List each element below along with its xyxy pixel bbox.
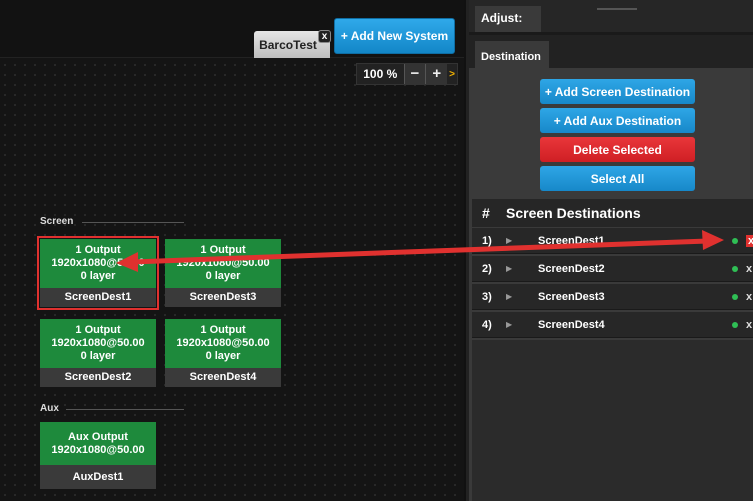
aux-tile-auxdest1[interactable]: Aux Output 1920x1080@50.00 AuxDest1: [40, 422, 156, 489]
row-number: 4): [482, 318, 492, 331]
adjust-header: Adjust:: [469, 0, 753, 32]
screen-tile-screendest2[interactable]: 1 Output 1920x1080@50.00 0 layer ScreenD…: [40, 319, 156, 387]
status-dot-icon: [732, 293, 738, 300]
screen-destinations-header: # Screen Destinations: [472, 199, 753, 227]
row-name: ScreenDest4: [538, 318, 605, 331]
screen-tile-screendest3[interactable]: 1 Output 1920x1080@50.00 0 layer ScreenD…: [165, 239, 281, 307]
list-header-number: #: [482, 205, 490, 221]
screen-section-label: Screen: [40, 216, 74, 227]
aux-section-label: Aux: [40, 403, 59, 414]
tile-output-count: 1 Output: [75, 324, 121, 336]
tile-layers: 0 layer: [80, 350, 116, 362]
row-name: ScreenDest3: [538, 290, 605, 303]
screen-tile-screendest1[interactable]: 1 Output 1920x1080@50.00 0 layer ScreenD…: [37, 236, 159, 310]
zoom-in-button[interactable]: +: [425, 64, 448, 84]
destination-row-3[interactable]: 3) ▶ ScreenDest3 x: [472, 284, 753, 310]
destination-tabbar: Destination: [469, 32, 753, 71]
zoom-out-button[interactable]: −: [403, 64, 426, 84]
list-header-title: Screen Destinations: [506, 205, 641, 221]
expand-triangle-icon[interactable]: ▶: [506, 236, 538, 245]
row-name: ScreenDest2: [538, 262, 605, 275]
tile-name: ScreenDest3: [165, 288, 281, 307]
tile-output-count: 1 Output: [75, 244, 121, 256]
tab-destination[interactable]: Destination: [475, 41, 549, 71]
zoom-level: 100 %: [363, 67, 398, 81]
destination-row-2[interactable]: 2) ▶ ScreenDest2 x: [472, 256, 753, 282]
tile-output-info: 1 Output 1920x1080@50.00 0 layer: [40, 239, 156, 288]
remove-icon[interactable]: x: [746, 319, 753, 331]
expand-triangle-icon[interactable]: ▶: [506, 292, 538, 301]
tile-resolution: 1920x1080@50.00: [51, 443, 145, 456]
adjust-panel: Adjust: Destination + Add Screen Destina…: [466, 0, 753, 501]
close-icon[interactable]: x: [318, 30, 331, 43]
status-dot-icon: [732, 237, 738, 244]
tab-adjust[interactable]: Adjust:: [475, 6, 541, 32]
chevron-right-icon[interactable]: >: [447, 69, 457, 80]
add-screen-destination-button[interactable]: + Add Screen Destination: [540, 79, 695, 104]
zoom-control: 100 % − + >: [356, 63, 458, 85]
row-name: ScreenDest1: [538, 234, 605, 247]
add-new-system-button[interactable]: + Add New System: [334, 18, 455, 54]
tile-output-count: 1 Output: [200, 324, 246, 336]
row-number: 2): [482, 262, 492, 275]
list-empty-area: [472, 340, 753, 501]
tile-layers: 0 layer: [205, 350, 241, 362]
divider: [82, 222, 184, 223]
tile-output-info: 1 Output 1920x1080@50.00 0 layer: [165, 239, 281, 288]
status-dot-icon: [732, 321, 738, 328]
screen-tile-screendest4[interactable]: 1 Output 1920x1080@50.00 0 layer ScreenD…: [165, 319, 281, 387]
tile-output-count: Aux Output: [68, 430, 128, 443]
remove-icon[interactable]: x: [746, 234, 753, 247]
tile-resolution: 1920x1080@50.00: [51, 257, 145, 269]
tile-resolution: 1920x1080@50.00: [176, 257, 270, 269]
expand-triangle-icon[interactable]: ▶: [506, 264, 538, 273]
remove-icon[interactable]: x: [746, 291, 753, 303]
tile-layers: 0 layer: [205, 270, 241, 282]
divider: [66, 409, 184, 410]
tile-resolution: 1920x1080@50.00: [51, 337, 145, 349]
expand-triangle-icon[interactable]: ▶: [506, 320, 538, 329]
tile-output-info: 1 Output 1920x1080@50.00 0 layer: [165, 319, 281, 368]
tile-name: AuxDest1: [40, 465, 156, 489]
tile-name: ScreenDest2: [40, 368, 156, 387]
row-number: 1): [482, 234, 492, 247]
add-aux-destination-button[interactable]: + Add Aux Destination: [540, 108, 695, 133]
tile-name: ScreenDest4: [165, 368, 281, 387]
destination-row-4[interactable]: 4) ▶ ScreenDest4 x: [472, 312, 753, 338]
tile-layers: 0 layer: [80, 270, 116, 282]
delete-selected-button[interactable]: Delete Selected: [540, 137, 695, 162]
tile-output-info: 1 Output 1920x1080@50.00 0 layer: [40, 319, 156, 368]
tile-output-count: 1 Output: [200, 244, 246, 256]
remove-icon[interactable]: x: [746, 263, 753, 275]
status-dot-icon: [732, 265, 738, 272]
drag-handle[interactable]: [597, 8, 637, 10]
tile-resolution: 1920x1080@50.00: [176, 337, 270, 349]
destination-row-1[interactable]: 1) ▶ ScreenDest1 x: [472, 228, 753, 254]
select-all-button[interactable]: Select All: [540, 166, 695, 191]
layout-canvas[interactable]: BarcoTest x + Add New System 100 % − + >…: [0, 0, 464, 501]
tile-output-info: Aux Output 1920x1080@50.00: [40, 422, 156, 465]
row-number: 3): [482, 290, 492, 303]
tile-name: ScreenDest1: [40, 288, 156, 307]
